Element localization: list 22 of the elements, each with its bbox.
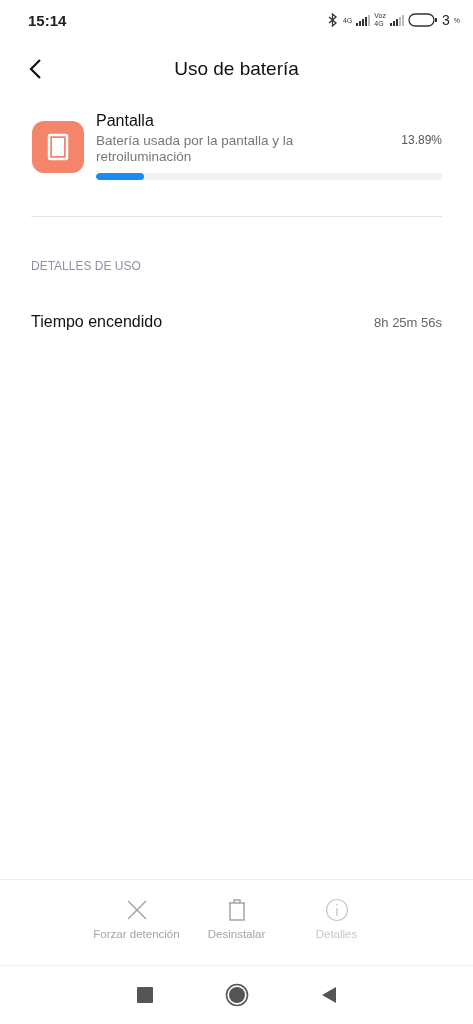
- back-nav-button[interactable]: [320, 986, 337, 1004]
- home-button[interactable]: [224, 983, 249, 1007]
- detail-label: Tiempo encendido: [31, 313, 163, 331]
- bluetooth-icon: [326, 13, 339, 27]
- recents-button[interactable]: [136, 987, 153, 1003]
- uninstall-button[interactable]: Desinstalar: [191, 898, 282, 940]
- stop-button[interactable]: Forzar detención: [91, 898, 182, 940]
- app-name: Pantalla: [96, 112, 155, 130]
- signal-icon: [389, 14, 404, 26]
- back-button[interactable]: [28, 58, 42, 80]
- battery-icon: [407, 13, 438, 27]
- section-title: DETALLES DE USO: [30, 259, 142, 273]
- page-title: Uso de batería: [174, 58, 299, 80]
- app-description: Batería usada por la pantalla y la retroiluminación: [96, 133, 295, 165]
- detail-value: 8h 25m 56s: [374, 314, 442, 330]
- info-icon: [324, 898, 349, 922]
- usage-percent: 13.89%: [401, 133, 442, 149]
- status-time: 15:14: [28, 11, 67, 29]
- battery-percent: 3: [441, 12, 450, 28]
- screen-icon: [32, 121, 84, 173]
- close-icon: [124, 898, 149, 922]
- signal-icon: [356, 14, 371, 26]
